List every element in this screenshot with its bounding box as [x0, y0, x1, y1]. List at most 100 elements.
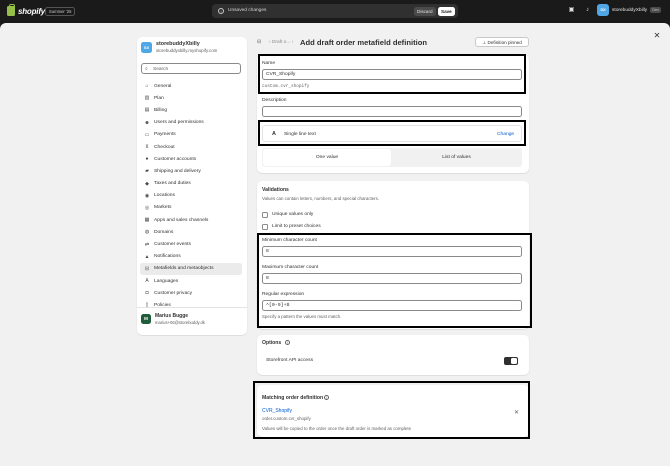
- unique-values-label: Unique values only: [272, 212, 314, 217]
- sidebar-item-general[interactable]: ⌂ General: [140, 80, 242, 92]
- sidebar-item-payments[interactable]: ▭ Payments: [140, 129, 242, 141]
- sidebar-search[interactable]: ⌕: [141, 63, 241, 74]
- sidebar-item-shipping-and-delivery[interactable]: ▰ Shipping and delivery: [140, 165, 242, 177]
- highlight-box: [258, 120, 526, 146]
- sidebar-item-label: Customer events: [154, 242, 191, 248]
- sidebar-item-locations[interactable]: ◉ Locations: [140, 190, 242, 202]
- sidebar-item-label: Payments: [154, 132, 176, 138]
- sidebar-item-metafields-and-metaobjects[interactable]: ⊟ Metafields and metaobjects: [140, 262, 242, 275]
- store-tag: Dev: [650, 7, 661, 13]
- sidebar-item-policies[interactable]: ▯ Policies: [140, 299, 242, 311]
- search-icon: ⌕: [145, 66, 148, 72]
- shopify-logo[interactable]: shopify: [7, 4, 45, 16]
- pinned-label: Definition pinned: [487, 40, 522, 45]
- tax-icon: ◆: [145, 180, 149, 187]
- divider: [137, 307, 247, 308]
- avatar: M: [141, 314, 151, 324]
- sidebar-store-header[interactable]: SX storebuddyXbilly storebuddyxbilly.mys…: [141, 41, 217, 53]
- user-name: Marius Bugge: [155, 313, 189, 319]
- user-email: marius+06@storebuddy.dk: [155, 320, 205, 325]
- sidebar-item-billing[interactable]: ▤ Billing: [140, 104, 242, 116]
- sidebar-item-label: Metafields and metaobjects: [154, 266, 214, 272]
- sidebar-item-label: Markets: [154, 205, 172, 211]
- highlight-box: [253, 381, 530, 439]
- value-count-toggle: One value List of values: [262, 148, 522, 167]
- alert-icon: !: [218, 8, 224, 14]
- sidebar-item-customer-events[interactable]: ⇄ Customer events: [140, 238, 242, 250]
- preset-choices-label: Limit to preset choices: [272, 224, 321, 229]
- sidebar-item-label: Locations: [154, 193, 175, 199]
- breadcrumb[interactable]: › Draft o... ›: [269, 40, 293, 45]
- store-name: storebuddyXbilly: [612, 7, 648, 13]
- sidebar-item-domains[interactable]: ◍ Domains: [140, 226, 242, 238]
- list-of-values-option[interactable]: List of values: [392, 149, 521, 166]
- receipt-icon: ▤: [144, 107, 150, 114]
- definition-pinned-button[interactable]: ⊥ Definition pinned: [475, 37, 529, 47]
- users-icon: ☻: [144, 119, 150, 126]
- top-bar: shopify Summer '25 ! Unsaved changes Dis…: [0, 0, 670, 23]
- description-input[interactable]: [262, 106, 522, 117]
- sidebar-item-notifications[interactable]: ▲ Notifications: [140, 251, 242, 263]
- sidebar-item-customer-accounts[interactable]: ● Customer accounts: [140, 153, 242, 165]
- validations-subtitle: Values can contain letters, numbers, and…: [262, 196, 380, 201]
- sidebar-item-label: Users and permissions: [154, 120, 204, 126]
- sidebar-item-label: Shipping and delivery: [154, 168, 201, 174]
- store-avatar: SX: [597, 4, 609, 16]
- one-value-option[interactable]: One value: [263, 149, 391, 166]
- search-input[interactable]: [153, 65, 238, 73]
- sidebar-store-name: storebuddyXbilly: [156, 41, 200, 47]
- sidebar-item-customer-privacy[interactable]: ◘ Customer privacy: [140, 287, 242, 299]
- store-icon: ⌂: [145, 83, 149, 90]
- inbox-icon[interactable]: ▣: [568, 7, 575, 14]
- sidebar-item-users-and-permissions[interactable]: ☻ Users and permissions: [140, 117, 242, 129]
- sidebar-nav: ⌂ General ▥ Plan ▤ Billing ☻ Users and permissi…: [140, 80, 242, 312]
- edition-badge[interactable]: Summer '25: [45, 7, 76, 16]
- store-switcher[interactable]: SX storebuddyXbilly Dev: [597, 4, 661, 16]
- sidebar-item-label: Customer privacy: [154, 290, 193, 296]
- validations-title: Validations: [262, 187, 289, 193]
- unique-values-checkbox[interactable]: [262, 212, 268, 218]
- sidebar-item-plan[interactable]: ▥ Plan: [140, 92, 242, 104]
- sidebar-item-checkout[interactable]: ⊻ Checkout: [140, 141, 242, 153]
- page-title: Add draft order metafield definition: [300, 38, 427, 47]
- info-icon[interactable]: i: [285, 340, 290, 345]
- payments-icon: ▭: [144, 131, 150, 138]
- sidebar-item-label: Languages: [154, 278, 179, 284]
- bell-icon[interactable]: ♪: [584, 7, 591, 14]
- pin-icon: ⊥: [482, 40, 487, 45]
- sidebar-user[interactable]: M Marius Bugge marius+06@storebuddy.dk: [141, 313, 205, 325]
- sidebar-item-languages[interactable]: A Languages: [140, 275, 242, 287]
- storefront-access-label: Storefront API access: [266, 358, 314, 363]
- options-card: Options i Storefront API access: [257, 335, 529, 375]
- apps-icon: ▦: [144, 217, 150, 224]
- sidebar-item-markets[interactable]: ◎ Markets: [140, 202, 242, 214]
- location-icon: ◉: [144, 192, 150, 199]
- settings-sidebar: SX storebuddyXbilly storebuddyxbilly.mys…: [137, 37, 247, 335]
- sidebar-item-apps-and-sales-channels[interactable]: ▦ Apps and sales channels: [140, 214, 242, 226]
- store-avatar: SX: [141, 41, 152, 53]
- description-label: Description: [262, 98, 287, 103]
- options-title: Options: [262, 340, 282, 346]
- metafields-icon[interactable]: ⊟: [257, 39, 261, 45]
- truck-icon: ▰: [145, 168, 149, 175]
- preset-choices-checkbox[interactable]: [262, 224, 268, 230]
- metafields-icon: ⊟: [144, 265, 150, 272]
- sidebar-item-label: Checkout: [154, 144, 175, 150]
- unsaved-changes-text: Unsaved changes: [228, 8, 267, 13]
- discard-button[interactable]: Discard: [414, 6, 436, 16]
- save-button[interactable]: Save: [438, 6, 455, 16]
- storefront-access-toggle[interactable]: [504, 357, 518, 365]
- person-icon: ●: [145, 156, 149, 163]
- settings-modal: ✕ SX storebuddyXbilly storebuddyxbilly.m…: [0, 23, 670, 466]
- lock-icon: ◘: [145, 290, 149, 297]
- sidebar-item-label: Domains: [154, 229, 174, 235]
- domain-icon: ◍: [144, 229, 150, 236]
- close-icon[interactable]: ✕: [652, 31, 662, 41]
- highlight-box: [257, 233, 532, 328]
- highlight-box: [258, 54, 526, 94]
- sidebar-item-taxes-and-duties[interactable]: ◆ Taxes and duties: [140, 178, 242, 190]
- sidebar-item-label: Plan: [154, 95, 164, 101]
- sidebar-item-label: Billing: [154, 107, 168, 113]
- unsaved-changes-bar: ! Unsaved changes Discard Save: [212, 4, 458, 18]
- breadcrumb-item[interactable]: Draft o...: [272, 40, 290, 45]
